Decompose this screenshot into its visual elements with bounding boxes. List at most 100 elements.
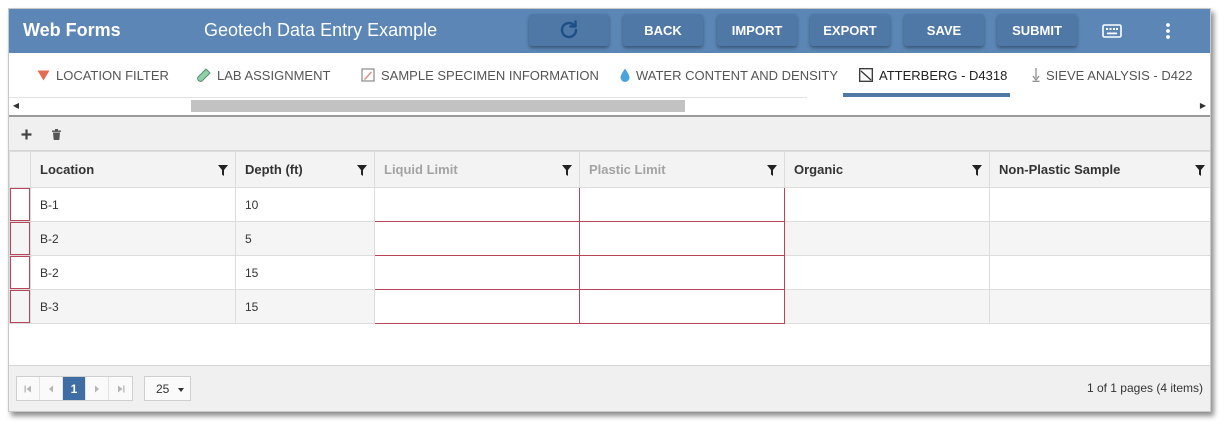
- pager-info: 1 of 1 pages (4 items): [1086, 381, 1203, 395]
- cell-location[interactable]: B-2: [30, 221, 236, 256]
- cell-liquid-limit[interactable]: [374, 221, 580, 256]
- horizontal-scrollbar[interactable]: ◀ ▶: [9, 98, 1210, 114]
- column-header-organic[interactable]: Organic: [784, 151, 990, 188]
- back-button[interactable]: BACK: [623, 14, 703, 46]
- filter-icon[interactable]: [562, 165, 572, 176]
- filter-icon[interactable]: [972, 165, 982, 176]
- row-selector-header: [9, 151, 31, 188]
- cell-non-plastic-sample[interactable]: [989, 255, 1210, 290]
- cell-location[interactable]: B-2: [30, 255, 236, 290]
- tab-location-filter[interactable]: LOCATION FILTER: [37, 53, 169, 97]
- cell-organic[interactable]: [784, 255, 990, 290]
- app-header: Web Forms Geotech Data Entry Example BAC…: [9, 9, 1210, 53]
- filter-icon[interactable]: [218, 165, 228, 176]
- cell-plastic-limit[interactable]: [579, 289, 785, 324]
- more-menu-button[interactable]: [1154, 18, 1182, 44]
- cell-depth[interactable]: 15: [235, 289, 375, 324]
- column-header-location[interactable]: Location: [30, 151, 236, 188]
- cell-non-plastic-sample[interactable]: [989, 187, 1210, 222]
- cell-organic[interactable]: [784, 187, 990, 222]
- column-header-liquid-limit[interactable]: Liquid Limit: [374, 151, 580, 188]
- cell-organic[interactable]: [784, 289, 990, 324]
- table-row[interactable]: B-2 5: [9, 221, 1210, 256]
- tab-lab-assignment[interactable]: LAB ASSIGNMENT: [197, 53, 330, 97]
- filter-icon[interactable]: [357, 165, 367, 176]
- chevron-right-icon: [95, 385, 99, 392]
- cell-organic[interactable]: [784, 221, 990, 256]
- trash-icon: [51, 128, 61, 140]
- tab-water-content-and-density[interactable]: WATER CONTENT AND DENSITY: [620, 53, 838, 97]
- document-title: Geotech Data Entry Example: [204, 20, 438, 40]
- tab-sieve-analysis-d422[interactable]: SIEVE ANALYSIS - D422: [1032, 53, 1192, 97]
- water-drop-icon: [620, 68, 630, 82]
- cell-liquid-limit[interactable]: [374, 255, 580, 290]
- column-header-depth[interactable]: Depth (ft): [235, 151, 375, 188]
- previous-page-button[interactable]: [40, 377, 63, 400]
- more-vertical-icon: [1166, 23, 1170, 39]
- cell-liquid-limit[interactable]: [374, 289, 580, 324]
- table-row[interactable]: B-2 15: [9, 255, 1210, 290]
- add-row-button[interactable]: [18, 126, 34, 142]
- tab-label: LOCATION FILTER: [56, 67, 169, 83]
- active-tab-indicator: [843, 93, 1010, 97]
- tab-atterberg-d4318[interactable]: ATTERBERG - D4318: [859, 53, 1007, 97]
- chart-icon: [859, 68, 873, 82]
- keyboard-button[interactable]: [1098, 18, 1126, 44]
- tab-label: SIEVE ANALYSIS - D422: [1046, 67, 1193, 83]
- cell-plastic-limit[interactable]: [579, 187, 785, 222]
- scroll-right-icon[interactable]: ▶: [1198, 101, 1208, 111]
- tab-sample-specimen-information[interactable]: SAMPLE SPECIMEN INFORMATION: [361, 53, 599, 97]
- cell-depth[interactable]: 10: [235, 187, 375, 222]
- tab-bar: LOCATION FILTER LAB ASSIGNMENT SAMPLE SP…: [9, 53, 1210, 97]
- table-row[interactable]: B-1 10: [9, 187, 1210, 222]
- refresh-button[interactable]: [529, 14, 609, 46]
- cell-location[interactable]: B-3: [30, 289, 236, 324]
- tab-label: LAB ASSIGNMENT: [217, 67, 331, 83]
- row-selector[interactable]: [9, 255, 31, 290]
- import-button[interactable]: IMPORT: [717, 14, 797, 46]
- next-page-button[interactable]: [86, 377, 109, 400]
- submit-button[interactable]: SUBMIT: [997, 14, 1077, 46]
- scrollbar-thumb[interactable]: [191, 100, 685, 112]
- table-row[interactable]: B-3 15: [9, 289, 1210, 324]
- pagination-controls: 1: [16, 376, 133, 401]
- row-selector[interactable]: [9, 187, 31, 222]
- page-number-button[interactable]: 1: [63, 377, 86, 400]
- tab-label: WATER CONTENT AND DENSITY: [636, 67, 838, 83]
- row-selector[interactable]: [9, 221, 31, 256]
- tab-label: SAMPLE SPECIMEN INFORMATION: [381, 67, 599, 83]
- scroll-left-icon[interactable]: ◀: [11, 101, 21, 111]
- export-button[interactable]: EXPORT: [810, 14, 890, 46]
- data-grid: Location Depth (ft) Liquid Limit Plastic…: [9, 151, 1210, 324]
- page-size-value: 25: [156, 381, 170, 396]
- column-header-plastic-limit[interactable]: Plastic Limit: [579, 151, 785, 188]
- cell-plastic-limit[interactable]: [579, 255, 785, 290]
- filter-icon[interactable]: [767, 165, 777, 176]
- cell-depth[interactable]: 15: [235, 255, 375, 290]
- cell-location[interactable]: B-1: [30, 187, 236, 222]
- save-button[interactable]: SAVE: [904, 14, 984, 46]
- tab-label: ATTERBERG - D4318: [879, 67, 1008, 83]
- chevron-down-icon: [178, 388, 184, 392]
- first-page-icon: [24, 385, 31, 392]
- cell-liquid-limit[interactable]: [374, 187, 580, 222]
- keyboard-icon: [1102, 24, 1122, 38]
- cell-plastic-limit[interactable]: [579, 221, 785, 256]
- add-icon: [21, 129, 31, 139]
- cell-depth[interactable]: 5: [235, 221, 375, 256]
- sieve-icon: [1032, 68, 1040, 82]
- column-header-non-plastic-sample[interactable]: Non-Plastic Sample: [989, 151, 1210, 188]
- web-forms-window: Web Forms Geotech Data Entry Example BAC…: [8, 8, 1211, 412]
- row-selector[interactable]: [9, 289, 31, 324]
- last-page-button[interactable]: [109, 377, 132, 400]
- delete-row-button[interactable]: [48, 126, 64, 142]
- cell-non-plastic-sample[interactable]: [989, 289, 1210, 324]
- app-name: Web Forms: [23, 20, 121, 40]
- page-size-select[interactable]: 25: [144, 376, 191, 401]
- edit-icon: [361, 68, 375, 82]
- cell-non-plastic-sample[interactable]: [989, 221, 1210, 256]
- refresh-icon: [560, 20, 578, 39]
- filter-icon[interactable]: [1195, 165, 1205, 176]
- pager: 1 25 1 of 1 pages (4 items): [9, 365, 1210, 411]
- first-page-button[interactable]: [17, 377, 40, 400]
